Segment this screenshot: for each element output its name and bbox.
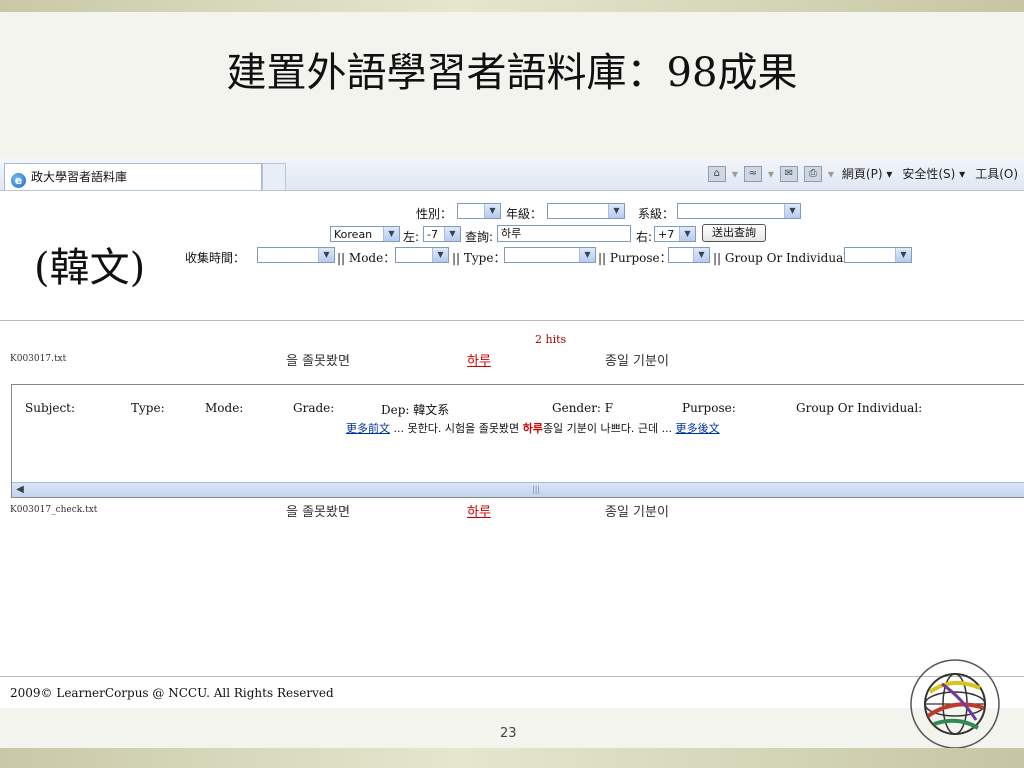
grade-label: 年級： <box>506 207 543 221</box>
top-decor-band <box>0 0 1024 12</box>
chevron-down-icon: ▼ <box>608 204 624 218</box>
gender-detail-label: Gender: F <box>552 401 614 415</box>
slide-title: 建置外語學習者語料庫：98成果 <box>226 50 798 96</box>
result-right-context: 종일 기분이 <box>605 505 669 520</box>
type-label: || Type： <box>452 251 506 265</box>
dep-detail-label: Dep: 韓文系 <box>381 403 450 417</box>
chevron-down-icon: ▼ <box>579 248 595 262</box>
type-detail-label: Type: <box>131 401 165 415</box>
context-line: 更多前文 ... 못한다. 시험을 졸못봤면 하루종일 기분이 나쁘다. 근데 … <box>346 420 720 436</box>
type-select[interactable]: ▼ <box>504 247 596 263</box>
browser-toolbar: e 政大學習者語料庫 ⌂ ▾ ≈ ▾ ✉ ⎙ ▾ 網頁(P) ▾ 安全性(S) ▾ 工具… <box>0 158 1024 191</box>
mode-label: || Mode： <box>337 251 396 265</box>
purpose-label: || Purpose： <box>598 251 672 265</box>
group-detail-label: Group Or Individual: <box>796 401 923 415</box>
horizontal-scrollbar[interactable]: ◀ ||| <box>12 482 1024 497</box>
context-left: ... 못한다. 시험을 졸못봤면 <box>393 422 520 435</box>
result-file-name[interactable]: K003017.txt <box>10 354 66 364</box>
chevron-down-icon: ▼ <box>444 227 460 241</box>
chevron-down-icon: ▼ <box>784 204 800 218</box>
query-label: 查詢: <box>465 230 494 244</box>
command-bar: ⌂ ▾ ≈ ▾ ✉ ⎙ ▾ 網頁(P) ▾ 安全性(S) ▾ 工具(O) <box>707 165 1020 182</box>
copyright-footer: 2009© LearnerCorpus @ NCCU. All Rights R… <box>10 686 334 700</box>
collect-time-select[interactable]: ▼ <box>257 247 335 263</box>
dept-label: 系級： <box>638 207 675 221</box>
context-right: 종일 기분이 나쁘다. 근데 ... <box>542 422 673 435</box>
grade-detail-label: Grade: <box>293 401 335 415</box>
detail-panel: Subject: Type: Mode: Grade: Dep: 韓文系 Gen… <box>11 384 1024 498</box>
section-label: (韓文) <box>34 245 146 291</box>
left-window-label: 左: <box>403 230 420 244</box>
hits-count: 2 hits <box>535 333 567 346</box>
grade-select[interactable]: ▼ <box>547 203 625 219</box>
group-select[interactable]: ▼ <box>844 247 912 263</box>
mode-detail-label: Mode: <box>205 401 244 415</box>
purpose-detail-label: Purpose: <box>682 401 736 415</box>
chevron-down-icon: ▼ <box>693 248 709 262</box>
university-seal-logo <box>910 659 1000 749</box>
page-number: 23 <box>500 726 517 741</box>
page-menu[interactable]: 網頁(P) ▾ <box>840 165 894 182</box>
result-right-context: 종일 기분이 <box>605 354 669 369</box>
left-window-select[interactable]: -7 ▼ <box>423 226 461 242</box>
chevron-down-icon: ▼ <box>432 248 448 262</box>
collect-time-label: 收集時間： <box>185 251 246 265</box>
result-left-context: 을 졸못봤면 <box>286 505 350 520</box>
result-left-context: 을 졸못봤면 <box>286 354 350 369</box>
chevron-down-icon: ▼ <box>679 227 695 241</box>
divider <box>0 320 1024 321</box>
chevron-down-icon: ▼ <box>318 248 334 262</box>
mail-icon[interactable]: ✉ <box>779 165 798 182</box>
submit-query-button[interactable]: 送出查詢 <box>702 224 766 242</box>
more-before-link[interactable]: 更多前文 <box>346 422 390 435</box>
result-file-name[interactable]: K003017_check.txt <box>10 505 97 515</box>
scroll-left-icon[interactable]: ◀ <box>13 483 27 497</box>
print-icon[interactable]: ⎙ <box>803 165 822 182</box>
ie-logo-icon: e <box>11 173 26 188</box>
browser-tab-title: 政大學習者語料庫 <box>31 170 128 184</box>
right-window-select[interactable]: +7 ▼ <box>654 226 696 242</box>
safety-menu[interactable]: 安全性(S) ▾ <box>900 165 967 182</box>
dept-select[interactable]: ▼ <box>677 203 801 219</box>
result-keyword[interactable]: 하루 <box>467 350 491 369</box>
home-icon[interactable]: ⌂ <box>707 165 726 182</box>
footer-divider <box>0 676 1024 677</box>
group-label: || Group Or Individual： <box>713 251 860 265</box>
more-after-link[interactable]: 更多後文 <box>676 422 720 435</box>
gender-label: 性別： <box>416 207 453 221</box>
purpose-select[interactable]: ▼ <box>668 247 710 263</box>
gender-select[interactable]: ▼ <box>457 203 501 219</box>
result-keyword[interactable]: 하루 <box>467 501 491 520</box>
browser-tab[interactable]: e 政大學習者語料庫 <box>4 163 262 190</box>
bottom-decor-band <box>0 748 1024 768</box>
scroll-grip-icon[interactable]: ||| <box>532 485 540 494</box>
query-input[interactable]: 하루 <box>497 225 631 242</box>
language-select[interactable]: Korean ▼ <box>330 226 400 242</box>
right-window-label: 右: <box>636 230 653 244</box>
tools-menu[interactable]: 工具(O) <box>973 165 1020 182</box>
mode-select[interactable]: ▼ <box>395 247 449 263</box>
context-keyword: 하루 <box>522 422 543 435</box>
chevron-down-icon: ▼ <box>895 248 911 262</box>
subject-label: Subject: <box>25 401 76 415</box>
rss-icon[interactable]: ≈ <box>743 165 762 182</box>
chevron-down-icon: ▼ <box>484 204 500 218</box>
chevron-down-icon: ▼ <box>383 227 399 241</box>
new-tab-button[interactable] <box>262 163 286 190</box>
